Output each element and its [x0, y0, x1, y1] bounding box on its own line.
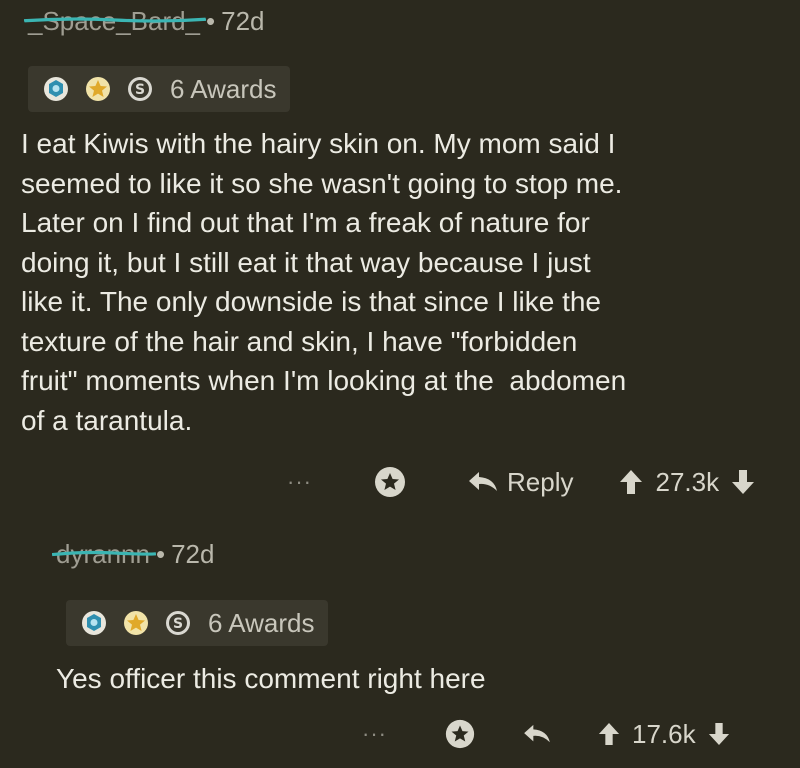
- downvote-button[interactable]: [731, 469, 755, 495]
- username[interactable]: _Space_Bard_: [24, 6, 207, 37]
- reply-button[interactable]: [522, 723, 552, 745]
- award-gold-icon: [124, 611, 148, 635]
- svg-text:S: S: [135, 82, 145, 98]
- reply-icon: [524, 724, 550, 743]
- awards-badge[interactable]: S 6 Awards: [28, 66, 291, 112]
- awards-badge[interactable]: S 6 Awards: [66, 600, 329, 646]
- comment-actions: ··· Reply 27.3k: [287, 458, 755, 506]
- separator-dot: •: [206, 6, 216, 36]
- award-silver-icon: S: [166, 611, 190, 635]
- reply-comment-actions: ··· 17.6k: [362, 712, 730, 756]
- downvote-button[interactable]: [708, 722, 730, 746]
- award-silver-icon: S: [128, 77, 152, 101]
- reply-comment-meta: dyrannn • 72d: [52, 539, 215, 570]
- comment-body: I eat Kiwis with the hairy skin on. My m…: [21, 128, 627, 436]
- reply-icon: [469, 472, 497, 491]
- downvote-icon: [708, 723, 729, 745]
- scribble-overlay: [24, 16, 207, 24]
- downvote-icon: [732, 470, 755, 494]
- comment-age: 72d: [171, 539, 215, 569]
- scribble-overlay: [52, 549, 156, 557]
- comment-age: 72d: [221, 6, 265, 36]
- more-icon[interactable]: ···: [362, 721, 396, 747]
- upvote-icon: [598, 723, 620, 745]
- more-icon[interactable]: ···: [287, 469, 323, 495]
- awards-count: 6 Awards: [208, 607, 315, 638]
- award-give-icon: [445, 719, 475, 749]
- give-award-button[interactable]: [373, 465, 407, 499]
- reply-label: Reply: [507, 466, 574, 497]
- award-blue-icon: [44, 77, 68, 101]
- reply-comment-body: Yes officer this comment right here: [56, 663, 486, 694]
- separator-dot: •: [155, 539, 166, 569]
- award-gold-icon: [86, 77, 110, 101]
- svg-text:S: S: [173, 616, 183, 632]
- upvote-button[interactable]: [598, 722, 620, 746]
- score: 27.3k: [655, 466, 720, 497]
- award-blue-icon: [82, 611, 106, 635]
- reply-button[interactable]: Reply: [467, 467, 573, 498]
- upvote-button[interactable]: [619, 469, 643, 495]
- awards-count: 6 Awards: [170, 73, 277, 104]
- award-give-icon: [375, 467, 405, 497]
- upvote-icon: [620, 470, 643, 494]
- give-award-button[interactable]: [444, 718, 476, 750]
- comment-thread: _Space_Bard_ • 72d S 6 Awards I eat Kiwi…: [0, 0, 800, 768]
- comment-meta: _Space_Bard_ • 72d: [24, 6, 265, 37]
- username[interactable]: dyrannn: [52, 539, 156, 570]
- score: 17.6k: [632, 718, 696, 749]
